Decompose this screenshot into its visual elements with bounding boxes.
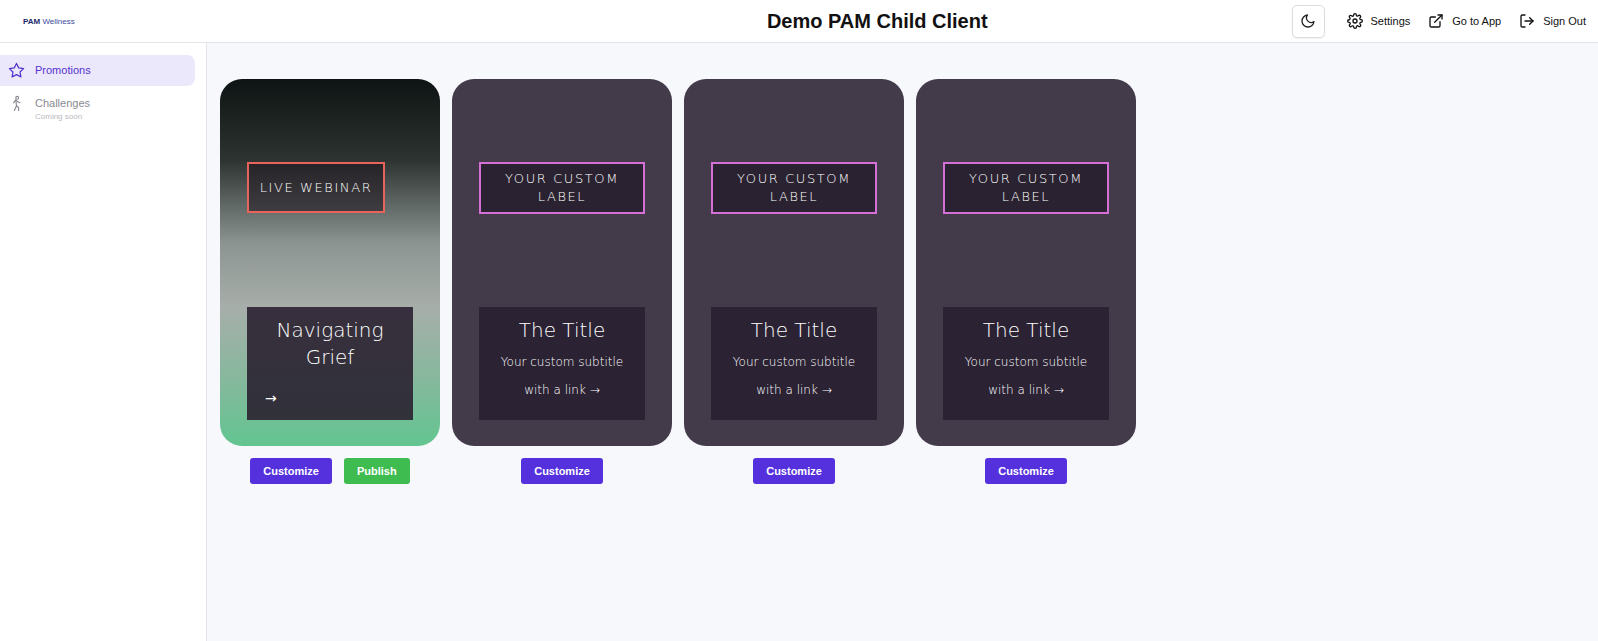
walking-icon	[8, 95, 25, 112]
label-text: YOUR CUSTOM LABEL	[723, 170, 865, 206]
arrow-icon: →	[590, 383, 600, 397]
card-buttons: Customize	[521, 458, 603, 484]
promotion-column: YOUR CUSTOM LABEL The Title Your custom su…	[452, 79, 672, 484]
subtitle-text: Your custom subtitle with a link	[501, 355, 623, 397]
promotion-card: YOUR CUSTOM LABEL The Title Your custom su…	[452, 79, 672, 446]
sidebar-sublabel: Coming soon	[35, 111, 90, 123]
logo[interactable]: PAM Wellness	[23, 17, 223, 26]
label-text: YOUR CUSTOM LABEL	[491, 170, 633, 206]
theme-toggle[interactable]	[1292, 5, 1325, 38]
action-label: Go to App	[1452, 15, 1501, 27]
card-buttons: Customize	[985, 458, 1067, 484]
label-text: YOUR CUSTOM LABEL	[955, 170, 1097, 206]
sidebar-label: Challenges	[35, 95, 90, 111]
top-bar: PAM WellnessDemo PAM Child ClientSetting…	[0, 0, 1598, 43]
promotion-label: YOUR CUSTOM LABEL	[479, 162, 645, 214]
gear-icon	[1347, 13, 1363, 29]
promotion-subtitle[interactable]: Your custom subtitle with a link →	[721, 348, 867, 404]
promotion-card: YOUR CUSTOM LABEL The Title Your custom su…	[916, 79, 1136, 446]
promotion-subtitle[interactable]: Your custom subtitle with a link →	[953, 348, 1099, 404]
action-label: Settings	[1371, 15, 1411, 27]
promotion-subtitle[interactable]: Your custom subtitle with a link →	[489, 348, 635, 404]
promotion-label: YOUR CUSTOM LABEL	[711, 162, 877, 214]
logo-brand: PAM	[23, 17, 40, 26]
subtitle-text: Your custom subtitle with a link	[733, 355, 855, 397]
card-buttons: Customize	[753, 458, 835, 484]
promotion-title: The Title	[751, 317, 837, 344]
promotion-column: YOUR CUSTOM LABEL The Title Your custom su…	[684, 79, 904, 484]
promotion-column: YOUR CUSTOM LABEL The Title Your custom su…	[916, 79, 1136, 484]
logo-suffix: Wellness	[42, 17, 74, 26]
promotion-title: Navigating Grief	[257, 317, 403, 371]
sidebar-item[interactable]: Promotions	[0, 55, 195, 86]
page-title: Demo PAM Child Client	[223, 10, 1292, 33]
promotion-label: YOUR CUSTOM LABEL	[943, 162, 1109, 214]
action-label: Sign Out	[1543, 15, 1586, 27]
promotion-card: YOUR CUSTOM LABEL The Title Your custom su…	[684, 79, 904, 446]
sidebar-item: ChallengesComing soon	[0, 88, 195, 130]
header-actions: Settings Go to App Sign Out	[1292, 5, 1587, 38]
publish-button[interactable]: Publish	[344, 458, 410, 484]
promotion-title-box: The Title Your custom subtitle with a lin…	[479, 307, 645, 420]
customize-button[interactable]: Customize	[521, 458, 603, 484]
promotions-grid: LIVE WEBINAR Navigating Grief → Customize Pu…	[207, 43, 1598, 641]
sign-out-icon	[1519, 13, 1535, 29]
sidebar-text: ChallengesComing soon	[35, 95, 90, 123]
moon-icon	[1300, 13, 1316, 29]
label-text: LIVE WEBINAR	[260, 179, 373, 197]
arrow-icon: →	[822, 383, 832, 397]
card-buttons: Customize Publish	[250, 458, 409, 484]
promotion-title-box: The Title Your custom subtitle with a lin…	[711, 307, 877, 420]
promotion-title-box: Navigating Grief →	[247, 307, 413, 420]
star-icon	[8, 62, 25, 79]
promotion-card: LIVE WEBINAR Navigating Grief →	[220, 79, 440, 446]
promotion-column: LIVE WEBINAR Navigating Grief → Customize Pu…	[220, 79, 440, 484]
promotion-title-box: The Title Your custom subtitle with a lin…	[943, 307, 1109, 420]
sidebar-text: Promotions	[35, 62, 91, 78]
sidebar: Promotions ChallengesComing soon	[0, 43, 207, 641]
promotion-title: The Title	[983, 317, 1069, 344]
promotion-title: The Title	[519, 317, 605, 344]
arrow-icon[interactable]: →	[257, 390, 285, 414]
external-link-icon	[1428, 13, 1444, 29]
sidebar-label: Promotions	[35, 62, 91, 78]
go-to-app-link[interactable]: Go to App	[1428, 13, 1501, 29]
customize-button[interactable]: Customize	[250, 458, 332, 484]
sign-out-link[interactable]: Sign Out	[1519, 13, 1586, 29]
content: Promotions ChallengesComing soon LIVE WEBI…	[0, 43, 1598, 641]
settings-link[interactable]: Settings	[1347, 13, 1411, 29]
customize-button[interactable]: Customize	[753, 458, 835, 484]
subtitle-text: Your custom subtitle with a link	[965, 355, 1087, 397]
promotion-label: LIVE WEBINAR	[247, 162, 385, 213]
customize-button[interactable]: Customize	[985, 458, 1067, 484]
arrow-icon: →	[1054, 383, 1064, 397]
